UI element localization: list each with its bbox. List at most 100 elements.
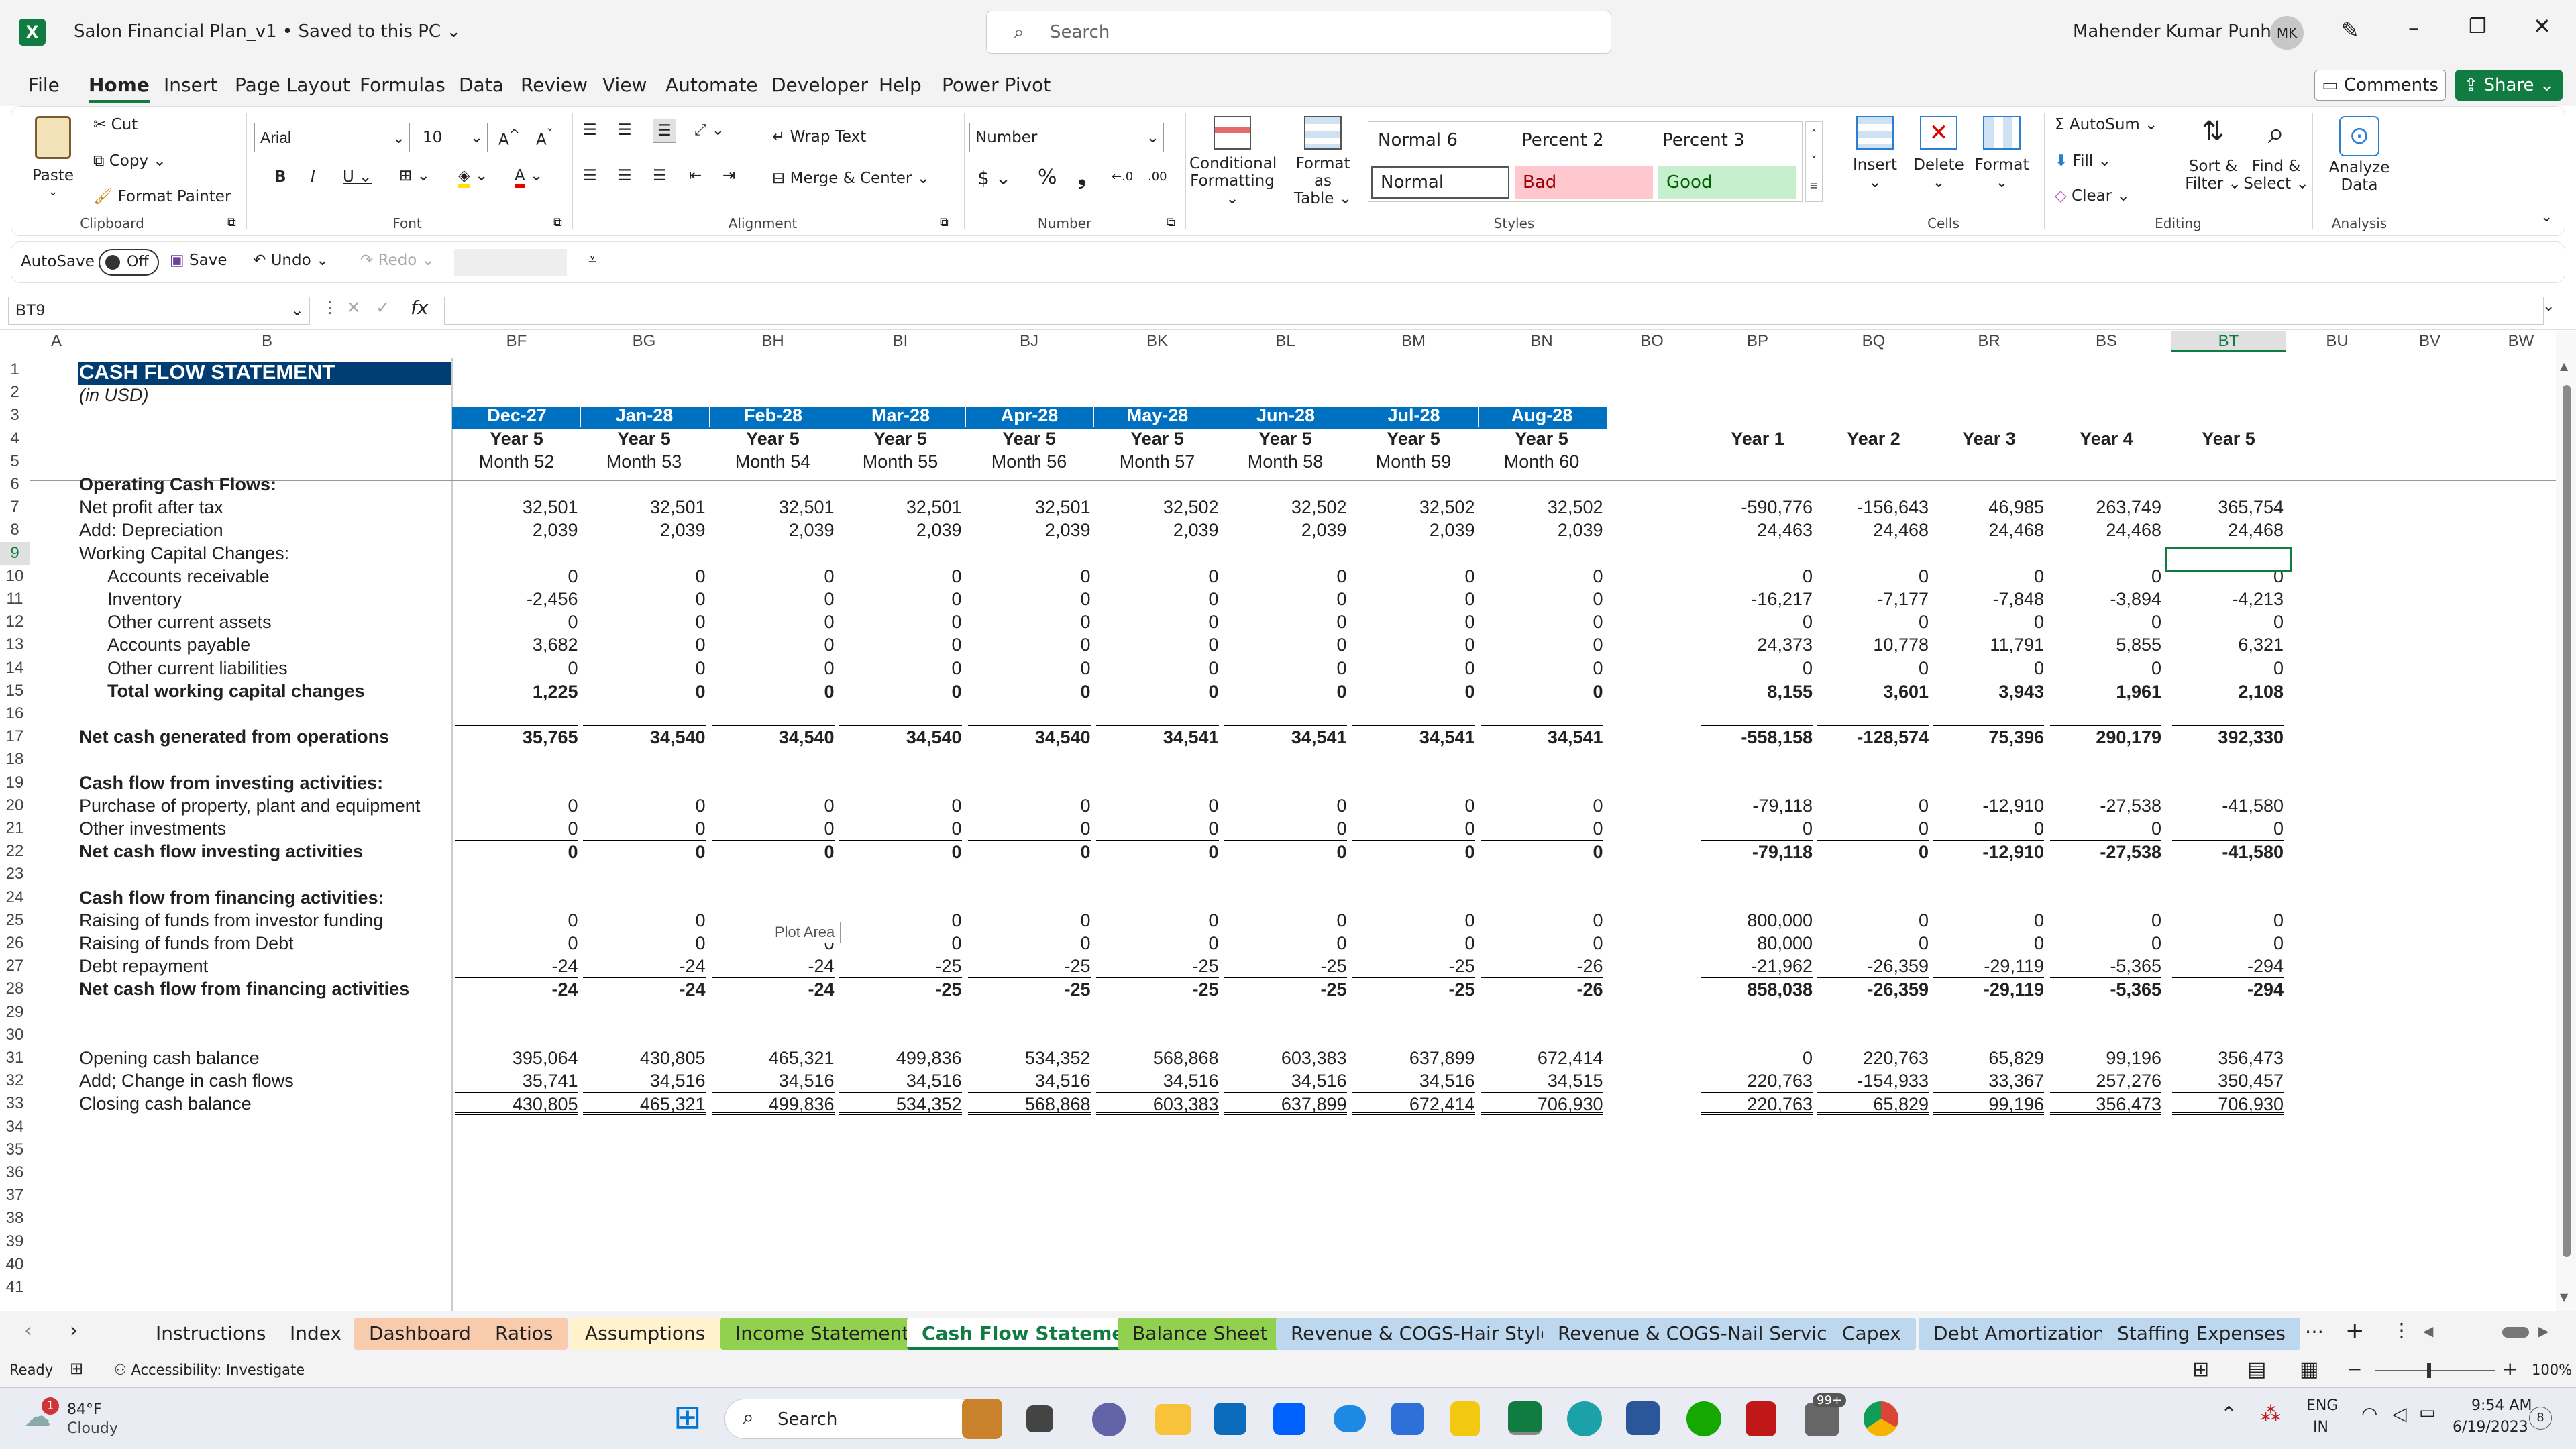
accessibility-status[interactable]: ⚇ Accessibility: Investigate — [114, 1362, 305, 1378]
year-value[interactable]: 0 — [1817, 794, 1929, 817]
row-header[interactable]: 3 — [0, 404, 30, 427]
sheet-tab[interactable]: Instructions — [141, 1318, 280, 1350]
month-value[interactable]: 0 — [583, 932, 705, 955]
enter-icon[interactable]: ✓ — [376, 298, 390, 318]
menu-data[interactable]: Data — [459, 74, 504, 96]
notification-badge[interactable]: 8 — [2529, 1407, 2552, 1430]
month-value[interactable]: 34,516 — [839, 1069, 962, 1092]
month-value[interactable]: 0 — [712, 794, 834, 817]
increase-font-icon[interactable]: A^ — [498, 127, 520, 149]
month-value[interactable]: 0 — [1224, 840, 1347, 863]
row-header[interactable]: 9 — [0, 541, 30, 565]
month-value[interactable]: 0 — [1224, 679, 1347, 702]
month-value[interactable]: 2,039 — [1224, 519, 1347, 541]
month-value[interactable]: 0 — [455, 840, 578, 863]
month-value[interactable]: 0 — [1480, 840, 1603, 863]
year-value[interactable]: 0 — [1933, 565, 2044, 588]
dialog-launcher-icon[interactable]: ⧉ — [940, 215, 949, 229]
year-value[interactable]: 65,829 — [1817, 1092, 1929, 1116]
collapse-ribbon-icon[interactable]: ⌄ — [2540, 209, 2553, 225]
column-header[interactable]: BL — [1222, 331, 1350, 352]
year-value[interactable]: -27,538 — [2050, 794, 2161, 817]
zoom-out-icon[interactable]: − — [2347, 1358, 2362, 1380]
month-value[interactable]: 1,225 — [455, 679, 578, 702]
month-value[interactable]: 0 — [1481, 633, 1603, 656]
month-value[interactable]: 499,836 — [711, 1092, 835, 1116]
row-header[interactable]: 4 — [0, 427, 30, 450]
month-value[interactable]: 32,501 — [712, 496, 835, 519]
cancel-icon[interactable]: ✕ — [346, 298, 361, 318]
year-value[interactable]: 356,473 — [2172, 1046, 2284, 1069]
month-value[interactable]: 0 — [1352, 840, 1475, 863]
column-header[interactable]: BQ — [1816, 331, 1931, 352]
month-value[interactable]: 0 — [839, 840, 962, 863]
pen-icon[interactable]: ✎ — [2341, 17, 2359, 43]
style-good[interactable]: Good — [1658, 166, 1796, 199]
vertical-scrollbar[interactable]: ▲ ▼ — [2556, 331, 2576, 1311]
year-value[interactable]: 0 — [1817, 817, 1929, 840]
row-header[interactable]: 17 — [0, 725, 30, 748]
month-value[interactable]: 0 — [1224, 794, 1346, 817]
month-value[interactable]: 34,516 — [712, 1069, 835, 1092]
name-box[interactable]: BT9 ⌄ — [8, 297, 310, 325]
year-value[interactable]: -41,580 — [2172, 840, 2284, 863]
month-value[interactable]: 0 — [1224, 633, 1346, 656]
month-value[interactable]: -25 — [839, 977, 962, 1000]
clock-time[interactable]: 9:54 AM — [2471, 1397, 2532, 1414]
underline-icon[interactable]: U ⌄ — [343, 168, 372, 186]
month-value[interactable]: 395,064 — [455, 1046, 578, 1069]
briefcase-icon[interactable] — [962, 1399, 1002, 1439]
tab-scroll-left-icon[interactable]: ‹ — [24, 1319, 32, 1342]
month-value[interactable]: 637,899 — [1352, 1046, 1475, 1069]
number-format-select[interactable]: Number ⌄ — [969, 123, 1164, 152]
align-right-icon[interactable]: ☰ — [653, 167, 667, 184]
align-left-icon[interactable]: ☰ — [583, 167, 597, 184]
year-value[interactable]: -41,580 — [2172, 794, 2284, 817]
month-value[interactable]: 0 — [1352, 610, 1474, 633]
column-header[interactable]: BV — [2390, 331, 2470, 352]
sort-filter-button[interactable]: ⇅ Sort & Filter ⌄ — [2180, 116, 2247, 193]
find-select-button[interactable]: ⌕ Find & Select ⌄ — [2243, 116, 2310, 193]
row-header[interactable]: 32 — [0, 1069, 30, 1092]
row-header[interactable]: 10 — [0, 565, 30, 588]
month-value[interactable]: 0 — [968, 565, 1090, 588]
sheet-tab[interactable]: Income Statement — [720, 1318, 924, 1350]
hscroll-right-icon[interactable]: ▶ — [2538, 1323, 2548, 1339]
tab-scroll-right-icon[interactable]: › — [70, 1319, 78, 1342]
month-value[interactable]: 0 — [1352, 817, 1474, 840]
mcafee-icon[interactable] — [1746, 1401, 1776, 1436]
month-value[interactable]: 2,039 — [455, 519, 578, 541]
month-value[interactable]: -24 — [712, 955, 834, 977]
fill-color-icon[interactable]: ◈ ⌄ — [458, 167, 488, 188]
month-value[interactable]: 0 — [968, 932, 1090, 955]
row-header[interactable]: 18 — [0, 748, 30, 771]
month-value[interactable]: 0 — [1352, 633, 1474, 656]
row-header[interactable]: 33 — [0, 1092, 30, 1115]
menu-home[interactable]: Home — [89, 74, 150, 103]
month-value[interactable]: 0 — [1224, 657, 1346, 680]
row-header[interactable]: 34 — [0, 1116, 30, 1138]
year-value[interactable]: -7,177 — [1817, 588, 1929, 610]
comma-icon[interactable]: ❟ — [1078, 166, 1086, 189]
excel-taskbar-icon[interactable] — [1508, 1401, 1542, 1435]
month-value[interactable]: 0 — [839, 794, 961, 817]
month-value[interactable]: 0 — [1352, 679, 1475, 702]
month-value[interactable]: 0 — [1481, 610, 1603, 633]
macro-icon[interactable]: ⊞ — [70, 1359, 83, 1378]
search-box[interactable]: ⌕ Search — [986, 11, 1611, 54]
sheet-tab[interactable]: Staffing Expenses — [2102, 1318, 2300, 1350]
year-value[interactable]: 33,367 — [1933, 1069, 2044, 1092]
year-value[interactable]: 11,791 — [1933, 633, 2044, 656]
month-value[interactable]: 672,414 — [1481, 1046, 1603, 1069]
month-value[interactable]: 568,868 — [1096, 1046, 1219, 1069]
row-header[interactable]: 40 — [0, 1253, 30, 1276]
row-header[interactable]: 8 — [0, 519, 30, 541]
year-value[interactable]: 0 — [1817, 657, 1929, 680]
format-painter-button[interactable]: 🖌 Format Painter — [93, 187, 231, 205]
month-value[interactable]: 0 — [1481, 909, 1603, 932]
cut-button[interactable]: ✂ Cut — [93, 116, 138, 133]
year-value[interactable]: 0 — [2172, 817, 2284, 840]
powerbi-icon[interactable] — [1450, 1401, 1480, 1436]
delete-cells-button[interactable]: ✕ Delete ⌄ — [1907, 116, 1970, 191]
menu-view[interactable]: View — [602, 74, 647, 96]
